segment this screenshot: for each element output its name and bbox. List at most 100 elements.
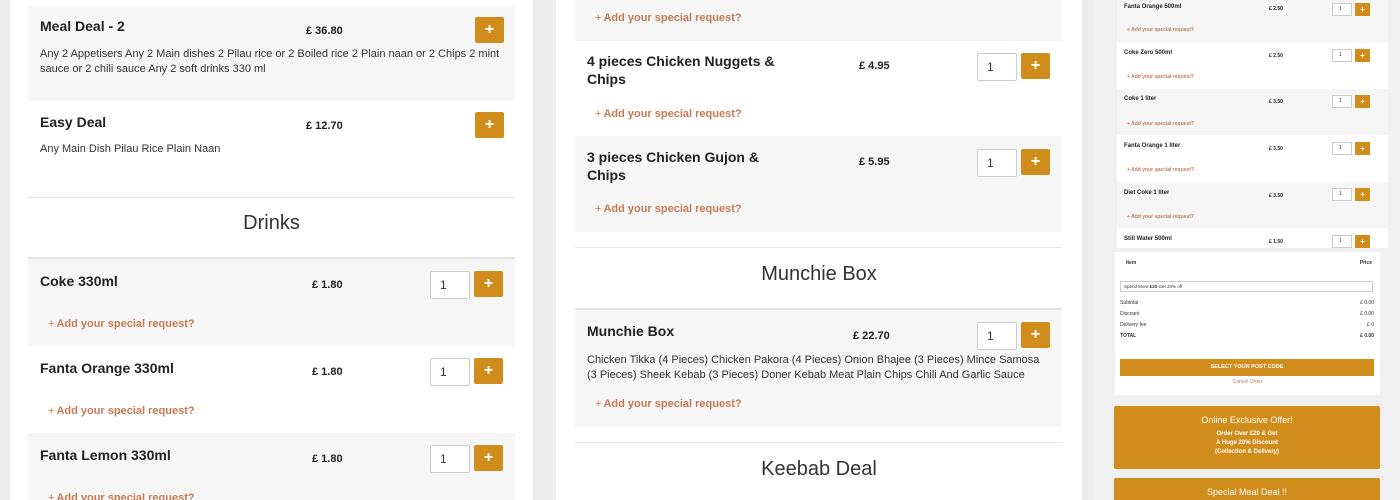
add-to-cart-button[interactable]: + [1021, 322, 1050, 348]
add-to-cart-button[interactable]: + [1355, 235, 1370, 248]
menu-item: Still Water 500ml £ 1.50 1 + [1117, 228, 1388, 248]
offer-banner: Online Exclusive Offer! Order Over £20 &… [1114, 406, 1380, 469]
add-to-cart-button[interactable]: + [1355, 49, 1370, 62]
item-name: Fanta Orange 500ml [1124, 4, 1182, 10]
menu-item: Easy Deal £ 12.70 + Any Main Dish Pilau … [28, 101, 515, 193]
cart-delivery-row: Delivery fee £ 0 [1120, 322, 1374, 328]
item-name: Munchie Box [587, 323, 675, 339]
add-to-cart-button[interactable]: + [475, 112, 504, 138]
quantity-input[interactable]: 1 [1332, 49, 1352, 62]
add-to-cart-button[interactable]: + [475, 17, 504, 43]
add-to-cart-button[interactable]: + [474, 358, 503, 384]
item-name: Easy Deal [40, 114, 107, 130]
item-name: Meal Deal - 2 [40, 18, 125, 34]
item-price: £ 5.95 [859, 156, 890, 168]
item-price: £ 22.70 [853, 330, 890, 342]
select-postcode-button[interactable]: SELECT YOUR POST CODE [1120, 359, 1374, 376]
offer-text: Order Over £20 & Get A Huge 20% Discount… [1214, 431, 1279, 455]
quantity-input[interactable] [430, 358, 470, 386]
special-request-link[interactable]: + Add your special request? [1127, 121, 1194, 127]
item-price: £ 1.80 [312, 279, 343, 291]
item-price: £ 2.50 [1269, 53, 1283, 59]
quantity-input[interactable] [977, 322, 1017, 350]
quantity-input[interactable] [430, 271, 470, 299]
item-name: Diet Coke 1 liter [1124, 190, 1170, 196]
offer-title: Online Exclusive Offer! [1201, 415, 1293, 425]
special-request-link[interactable]: + Add your special request? [595, 108, 742, 120]
special-request-link[interactable]: + Add your special request? [48, 492, 195, 500]
special-request-link[interactable]: + Add your special request? [48, 405, 195, 417]
menu-column-right: Fanta Orange 500ml £ 2.50 1 + + Add your… [1093, 0, 1400, 500]
item-price: £ 1.50 [1269, 239, 1283, 245]
item-name: Coke 330ml [40, 273, 118, 289]
menu-item: 3 pieces Chicken Gujon & Chips £ 5.95 + … [575, 136, 1062, 232]
cart-discount-row: Discount £ 0.00 [1120, 311, 1374, 317]
cancel-order-link[interactable]: Cancel Order [1115, 379, 1380, 385]
add-to-cart-button[interactable]: + [1355, 95, 1370, 108]
cart-panel: Item Price Spend More £20 Get 20% off Su… [1115, 252, 1380, 395]
add-to-cart-button[interactable]: + [1355, 142, 1370, 155]
section-title: Drinks [243, 212, 300, 234]
menu-item: Fanta Orange 1 liter £ 3.50 1 + + Add yo… [1117, 135, 1388, 182]
special-request-link[interactable]: + Add your special request? [1127, 74, 1194, 80]
menu-item: Fanta Orange 330ml £ 1.80 + +Add your sp… [28, 346, 515, 433]
menu-item: Munchie Box £ 22.70 + Chicken Tikka (4 P… [575, 310, 1062, 427]
add-to-cart-button[interactable]: + [1355, 3, 1370, 16]
menu-column-left: Meal Deal - 2 £ 36.80 + Any 2 Appetisers… [10, 0, 533, 500]
menu-item: Fanta Orange 500ml £ 2.50 1 + + Add your… [1117, 0, 1388, 43]
promo-banner: Spend More £20 Get 20% off [1120, 281, 1373, 292]
menu-item: 4 pieces Chicken Nuggets & Chips £ 4.95 … [575, 41, 1062, 136]
item-price: £ 3.50 [1269, 99, 1283, 105]
quantity-input[interactable] [430, 445, 470, 473]
item-price: £ 36.80 [306, 25, 343, 37]
special-request-link[interactable]: + Add your special request? [1127, 214, 1194, 220]
menu-item: + Add your special request? [575, 0, 1062, 41]
item-name: Fanta Orange 1 liter [1124, 143, 1181, 149]
special-meal-deal-banner[interactable]: Special Meal Deal !! [1114, 478, 1380, 500]
special-request-link[interactable]: + Add your special request? [595, 12, 742, 24]
quantity-input[interactable]: 1 [1332, 188, 1352, 201]
item-price: £ 3.50 [1269, 193, 1283, 199]
special-request-link[interactable]: + Add your special request? [1127, 167, 1194, 173]
quantity-input[interactable]: 1 [1332, 95, 1352, 108]
add-to-cart-button[interactable]: + [474, 271, 503, 297]
item-name: Coke Zero 500ml [1124, 50, 1173, 56]
cart-subtotal-row: Subtotal £ 0.00 [1120, 300, 1374, 306]
item-name: Fanta Lemon 330ml [40, 447, 171, 463]
menu-item: Meal Deal - 2 £ 36.80 + Any 2 Appetisers… [28, 6, 515, 101]
section-title: Munchie Box [761, 263, 877, 285]
add-to-cart-button[interactable]: + [1021, 149, 1050, 175]
quantity-input[interactable]: 1 [1332, 142, 1352, 155]
special-request-link[interactable]: + Add your special request? [595, 203, 742, 215]
item-description: Chicken Tikka (4 Pieces) Chicken Pakora … [587, 354, 1040, 381]
item-price: £ 4.95 [859, 60, 890, 72]
add-to-cart-button[interactable]: + [1021, 53, 1050, 79]
item-name: 3 pieces Chicken Gujon & Chips [587, 149, 759, 183]
section-title: Keebab Deal [761, 458, 877, 480]
item-price: £ 1.80 [312, 453, 343, 465]
add-to-cart-button[interactable]: + [474, 445, 503, 471]
menu-column-middle: + Add your special request? 4 pieces Chic… [556, 0, 1082, 500]
item-price: £ 12.70 [306, 120, 343, 132]
item-description: Any 2 Appetisers Any 2 Main dishes 2 Pil… [40, 48, 500, 75]
menu-item: Diet Coke 1 liter £ 3.50 1 + + Add your … [1117, 182, 1388, 228]
quantity-input[interactable] [977, 53, 1017, 81]
item-name: 4 pieces Chicken Nuggets & Chips [587, 53, 775, 87]
menu-item: Coke 330ml £ 1.80 + +Add your special re… [28, 259, 515, 346]
add-to-cart-button[interactable]: + [1355, 188, 1370, 201]
special-request-link[interactable]: + Add your special request? [1127, 27, 1194, 33]
quantity-input[interactable] [977, 149, 1017, 177]
divider [575, 247, 1062, 248]
divider [28, 197, 515, 198]
quantity-input[interactable]: 1 [1332, 3, 1352, 16]
item-price: £ 2.50 [1269, 6, 1283, 12]
special-request-link[interactable]: + Add your special request? [48, 318, 195, 330]
item-name: Fanta Orange 330ml [40, 360, 174, 376]
item-name: Coke 1 liter [1124, 96, 1157, 102]
menu-item: Coke 1 liter £ 3.50 1 + + Add your speci… [1117, 89, 1388, 135]
quantity-input[interactable]: 1 [1332, 235, 1352, 248]
item-price: £ 3.50 [1269, 146, 1283, 152]
cart-total-row: TOTAL £ 0.00 [1120, 333, 1374, 339]
special-request-link[interactable]: + Add your special request? [595, 398, 742, 410]
divider [575, 442, 1062, 443]
